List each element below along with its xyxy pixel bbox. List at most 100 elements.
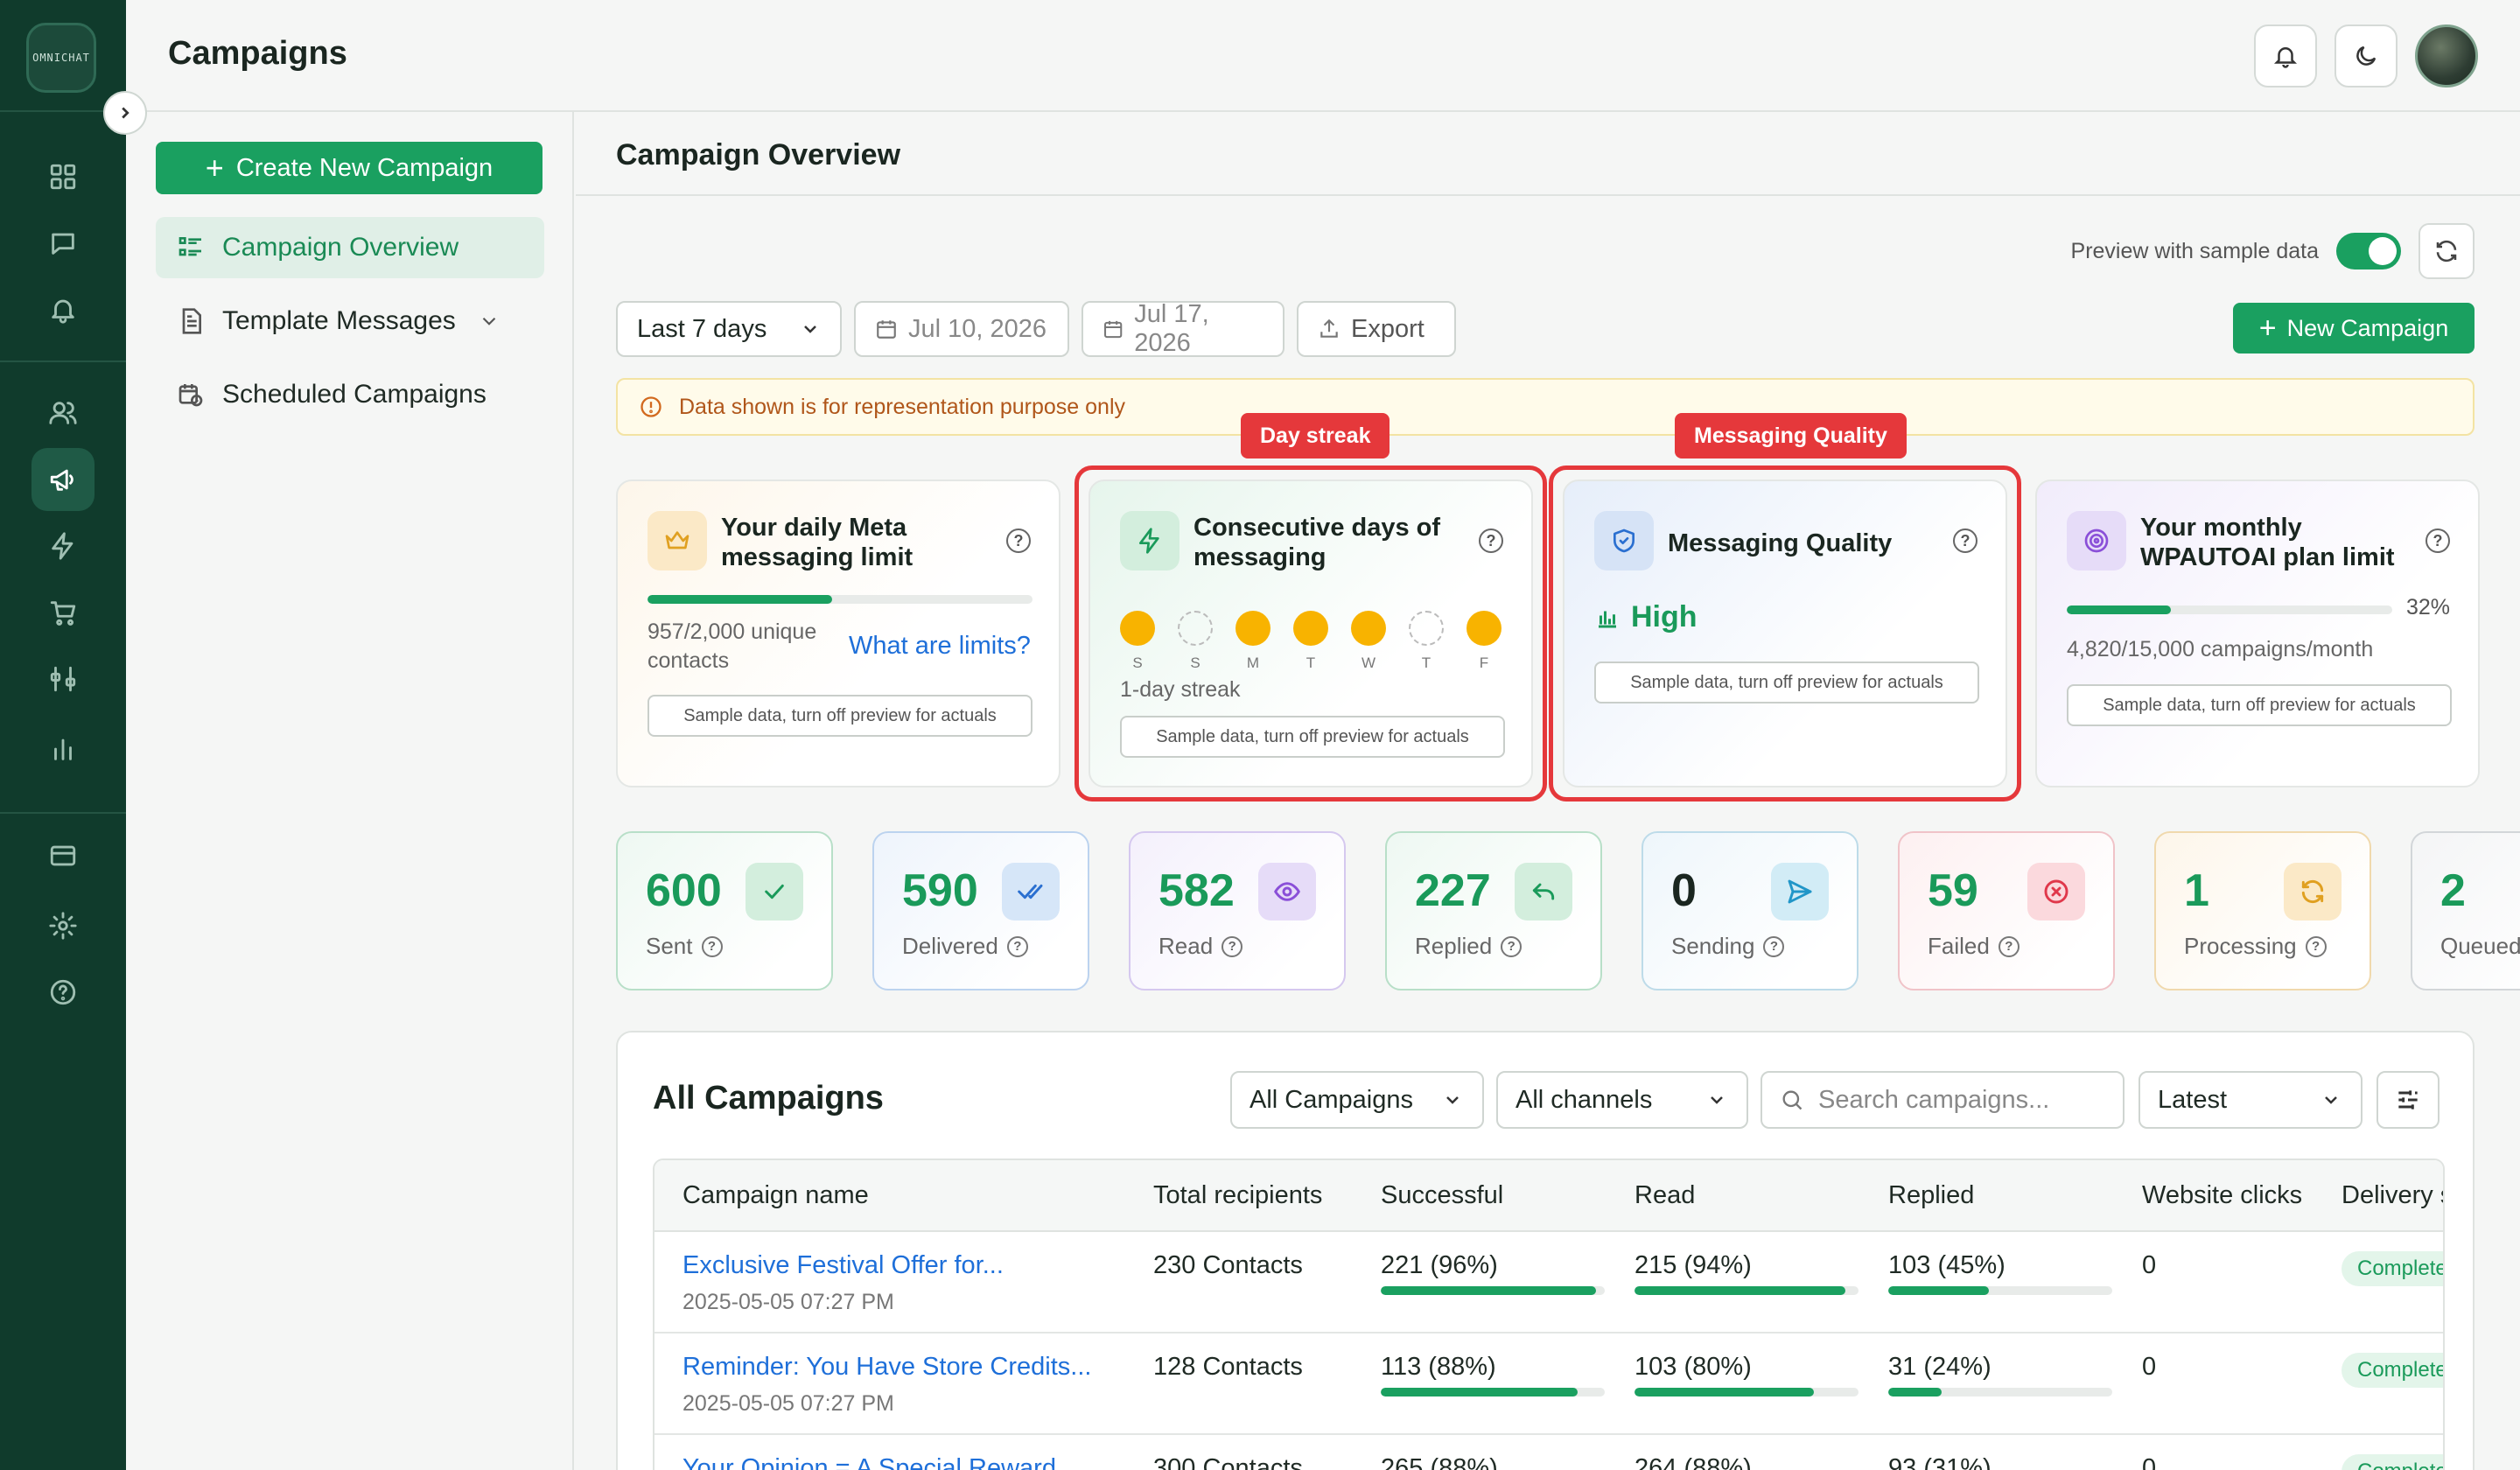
metric-tile-queued[interactable]: 2 Queued? [2411, 831, 2520, 990]
metric-tile-sending[interactable]: 0 Sending? [1642, 831, 1858, 990]
metric-label-text: Read [1158, 933, 1214, 959]
metric-label-text: Sent [646, 933, 693, 959]
refresh-icon [2436, 240, 2457, 262]
theme-toggle-button[interactable] [2334, 24, 2398, 88]
app-logo[interactable]: OMNICHAT [26, 23, 96, 93]
notifications-button[interactable] [2254, 24, 2317, 88]
sort-select[interactable]: Latest [2138, 1071, 2362, 1129]
document-icon [182, 308, 201, 334]
help-icon[interactable]: ? [1998, 935, 2020, 957]
metric-tile-failed[interactable]: 59 Failed? [1898, 831, 2115, 990]
bell-icon[interactable] [32, 278, 94, 341]
dashboard-icon[interactable] [32, 145, 94, 208]
new-campaign-button[interactable]: + New Campaign [2233, 303, 2474, 354]
panel-title: All Campaigns [653, 1080, 884, 1116]
notice-banner: Data shown is for representation purpose… [616, 378, 2474, 436]
metric-tile-processing[interactable]: 1 Processing? [2154, 831, 2371, 990]
quality-highlight-tag: Messaging Quality [1675, 413, 1907, 458]
column-header[interactable]: Successful [1381, 1181, 1503, 1210]
integrations-icon[interactable] [32, 648, 94, 710]
nav-scheduled-campaigns[interactable]: Scheduled Campaigns [156, 364, 544, 425]
main-content: Campaign Overview Preview with sample da… [576, 112, 2520, 1470]
metric-tile-delivered[interactable]: 590 Delivered? [872, 831, 1089, 990]
contacts-icon[interactable] [32, 382, 94, 444]
help-icon[interactable]: ? [1501, 935, 1522, 957]
avatar[interactable] [2415, 24, 2478, 88]
column-header[interactable]: Replied [1888, 1181, 1974, 1210]
nav-label: Template Messages [222, 306, 456, 335]
metric-tile-sent[interactable]: 600 Sent? [616, 831, 833, 990]
settings-icon[interactable] [32, 894, 94, 957]
section-header: Campaign Overview [576, 112, 2520, 196]
create-campaign-button[interactable]: + Create New Campaign [156, 142, 542, 194]
expand-sidebar-button[interactable] [103, 91, 147, 135]
eye-icon [1258, 863, 1316, 920]
channel-select[interactable]: All channels [1496, 1071, 1748, 1129]
table-row[interactable]: Your Opinion = A Special Reward 300 Conta… [654, 1437, 2443, 1470]
help-icon[interactable]: ? [1006, 528, 1031, 553]
cart-icon[interactable] [32, 581, 94, 644]
campaign-name-link[interactable]: Reminder: You Have Store Credits... [682, 1353, 1091, 1382]
target-icon [2067, 511, 2126, 570]
help-icon[interactable]: ? [1763, 935, 1785, 957]
campaign-name-link[interactable]: Your Opinion = A Special Reward [682, 1454, 1056, 1470]
streak-highlight [1074, 466, 1547, 802]
campaign-name-link[interactable]: Exclusive Festival Offer for... [682, 1251, 1004, 1280]
help-icon[interactable]: ? [2305, 935, 2327, 957]
chat-icon[interactable] [32, 212, 94, 275]
top-header: Campaigns [126, 0, 2520, 112]
plan-progress-fill [2067, 606, 2172, 614]
date-to-field[interactable]: Jul 17, 2026 [1082, 300, 1284, 357]
column-header[interactable]: Total recipients [1153, 1181, 1322, 1210]
recipients-cell: 300 Contacts [1153, 1454, 1303, 1470]
limit-progress-fill [648, 595, 832, 604]
clicks-cell: 0 [2142, 1353, 2157, 1381]
calendar-icon [1104, 320, 1123, 339]
refresh-icon [2284, 863, 2342, 920]
metric-label: Processing? [2184, 933, 2327, 960]
column-header[interactable]: Delivery s [2342, 1181, 2443, 1210]
chevron-down-icon [804, 326, 816, 333]
help-icon[interactable]: ? [1222, 935, 1243, 957]
status-badge: Completed [2342, 1454, 2443, 1470]
help-icon[interactable]: ? [701, 935, 723, 957]
help-icon[interactable]: ? [1006, 935, 1028, 957]
chevron-down-icon[interactable] [478, 310, 500, 332]
metric-tile-replied[interactable]: 227 Replied? [1385, 831, 1602, 990]
megaphone-icon[interactable] [32, 448, 94, 511]
metric-label: Replied? [1415, 933, 1522, 960]
range-select[interactable]: Last 7 days [616, 301, 842, 357]
crown-icon [648, 511, 707, 570]
analytics-icon[interactable] [32, 718, 94, 780]
nav-campaign-overview[interactable]: Campaign Overview [156, 217, 544, 278]
campaigns-table: Campaign name Total recipients Successful R… [653, 1158, 2445, 1470]
date-from-field[interactable]: Jul 10, 2026 [854, 301, 1069, 357]
help-icon[interactable] [32, 961, 94, 1024]
new-campaign-label: New Campaign [2286, 314, 2449, 341]
column-header[interactable]: Campaign name [682, 1181, 869, 1210]
plan-progress [2067, 606, 2392, 614]
chevron-right-icon [122, 107, 130, 119]
upload-icon [1320, 318, 1338, 338]
table-header: Campaign name Total recipients Successful R… [654, 1160, 2443, 1232]
billing-icon[interactable] [32, 824, 94, 887]
info-icon [640, 396, 662, 417]
nav-template-messages[interactable]: Template Messages [156, 290, 544, 352]
column-header[interactable]: Website clicks [2142, 1181, 2302, 1210]
table-row[interactable]: Reminder: You Have Store Credits... 2025-… [654, 1335, 2443, 1435]
search-input[interactable]: Search campaigns... [1760, 1071, 2124, 1129]
help-icon[interactable]: ? [2426, 528, 2450, 553]
what-are-limits-link[interactable]: What are limits? [849, 632, 1031, 661]
metric-value: 0 [1671, 865, 1697, 916]
date-from-value: Jul 10, 2026 [908, 314, 1047, 343]
table-row[interactable]: Exclusive Festival Offer for... 2025-05-0… [654, 1234, 2443, 1334]
refresh-button[interactable] [2418, 223, 2474, 279]
export-button[interactable]: Export [1297, 301, 1456, 357]
column-header[interactable]: Read [1634, 1181, 1695, 1210]
lightning-icon[interactable] [32, 514, 94, 578]
preview-toggle[interactable] [2336, 233, 2401, 270]
card-title: Your daily Meta messaging limit [721, 514, 914, 572]
metric-tile-read[interactable]: 582 Read? [1129, 831, 1346, 990]
campaign-filter-select[interactable]: All Campaigns [1230, 1071, 1484, 1129]
filter-settings-button[interactable] [2376, 1071, 2440, 1129]
